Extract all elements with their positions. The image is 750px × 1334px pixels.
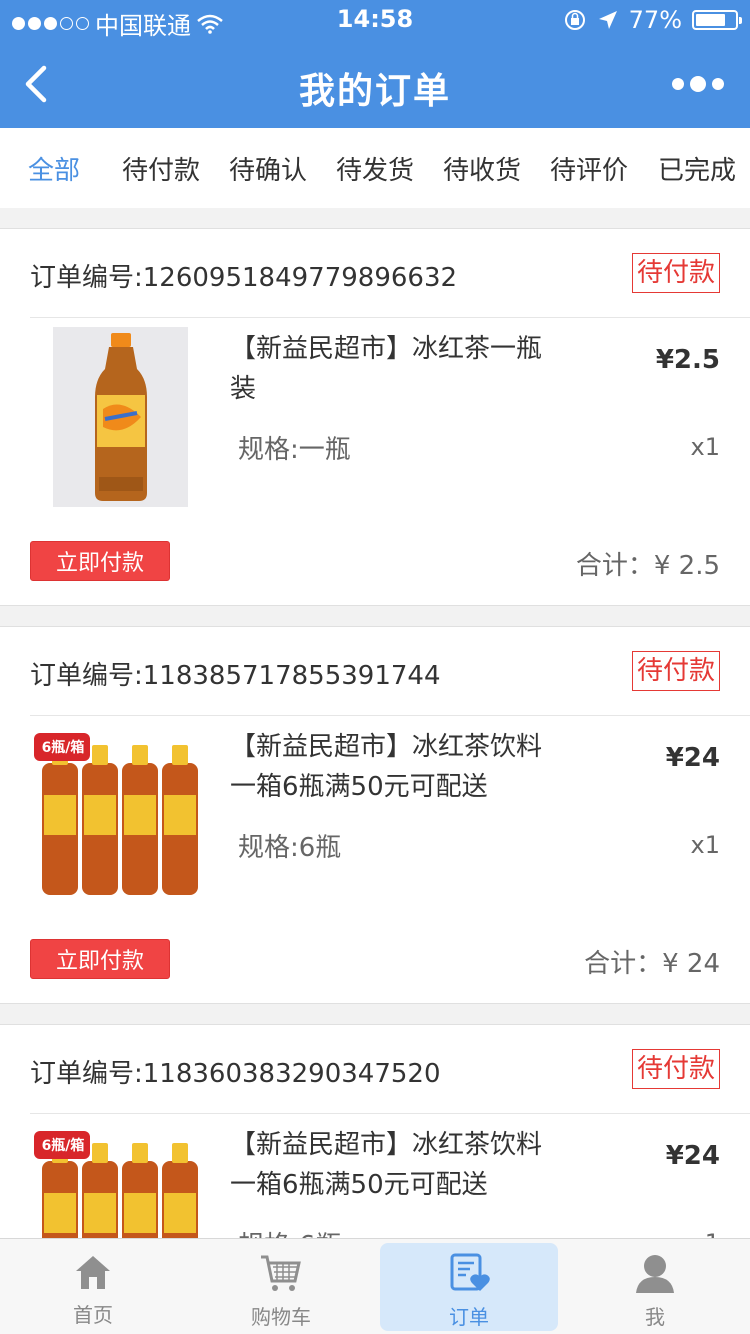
- order-number: 订单编号:118360383290347520: [30, 1059, 441, 1089]
- battery-percent: 77%: [628, 6, 682, 34]
- status-badge: 待付款: [631, 253, 720, 293]
- tab-pending-payment[interactable]: 待付款: [122, 150, 200, 187]
- product-badge: 6瓶/箱: [41, 1138, 85, 1154]
- product-price: ¥24: [665, 743, 720, 773]
- home-icon: [76, 1256, 110, 1289]
- tabbar-cart[interactable]: 购物车: [192, 1243, 370, 1331]
- tab-pending-receipt[interactable]: 待收货: [443, 150, 521, 187]
- orders-icon: [450, 1253, 490, 1291]
- tab-pending-shipment[interactable]: 待发货: [336, 150, 414, 187]
- page-title: 我的订单: [298, 71, 451, 112]
- order-card[interactable]: 订单编号:1260951849779896632 待付款 【新益民超市】冰红茶一…: [0, 228, 750, 606]
- order-number: 订单编号:118385717855391744: [30, 661, 441, 691]
- product-price: ¥2.5: [655, 345, 720, 375]
- product-price: ¥24: [665, 1141, 720, 1171]
- location-icon: [598, 11, 617, 29]
- tabbar-home[interactable]: 首页: [4, 1243, 182, 1331]
- status-badge: 待付款: [631, 651, 720, 691]
- product-name[interactable]: 【新益民超市】冰红茶饮料一箱6瓶满50元可配送: [230, 727, 560, 807]
- tab-completed[interactable]: 已完成: [658, 150, 736, 187]
- battery-icon: [692, 10, 742, 30]
- tabbar-label: 订单: [449, 1305, 489, 1329]
- order-total: 合计：¥ 24: [584, 949, 720, 979]
- product-badge: 6瓶/箱: [41, 740, 85, 756]
- product-name[interactable]: 【新益民超市】冰红茶饮料一箱6瓶满50元可配送: [230, 1125, 560, 1205]
- product-image-bottle[interactable]: [53, 327, 188, 507]
- product-name[interactable]: 【新益民超市】冰红茶一瓶装: [230, 329, 560, 409]
- tab-pending-confirm[interactable]: 待确认: [229, 150, 307, 187]
- tab-all[interactable]: 全部: [28, 150, 80, 187]
- product-qty: x1: [690, 831, 720, 859]
- product-image-case[interactable]: 6瓶/箱: [30, 725, 208, 905]
- order-total: 合计：¥ 2.5: [575, 551, 720, 581]
- status-badge: 待付款: [631, 1049, 720, 1089]
- product-qty: x1: [690, 433, 720, 461]
- tabbar-label: 购物车: [251, 1305, 311, 1329]
- divider: [30, 1113, 750, 1114]
- divider: [30, 715, 750, 716]
- pay-now-button[interactable]: 立即付款: [30, 541, 170, 581]
- product-spec: 规格:一瓶: [238, 435, 351, 465]
- tabbar-label: 首页: [73, 1303, 113, 1327]
- order-filter-tabs: 全部 待付款 待确认 待发货 待收货 待评价 已完成: [0, 128, 750, 208]
- status-bar: 中国联通 14:58 77%: [0, 0, 750, 40]
- cart-icon: [261, 1255, 301, 1291]
- order-number: 订单编号:1260951849779896632: [30, 263, 458, 293]
- pay-now-button[interactable]: 立即付款: [30, 939, 170, 979]
- nav-bar: 我的订单: [0, 40, 750, 128]
- order-card[interactable]: 订单编号:118385717855391744 待付款 6瓶/箱 【新益民超市】…: [0, 626, 750, 1004]
- divider: [30, 317, 750, 318]
- profile-icon: [636, 1255, 674, 1293]
- tab-pending-review[interactable]: 待评价: [550, 150, 628, 187]
- tabbar-orders[interactable]: 订单: [380, 1243, 558, 1331]
- product-spec: 规格:6瓶: [238, 833, 342, 863]
- tabbar-label: 我: [645, 1305, 665, 1329]
- more-icon[interactable]: [672, 76, 724, 92]
- tabbar-profile[interactable]: 我: [566, 1243, 744, 1331]
- bottom-tab-bar: 首页 购物车 订单 我: [0, 1238, 750, 1334]
- rotation-lock-icon: [564, 10, 585, 30]
